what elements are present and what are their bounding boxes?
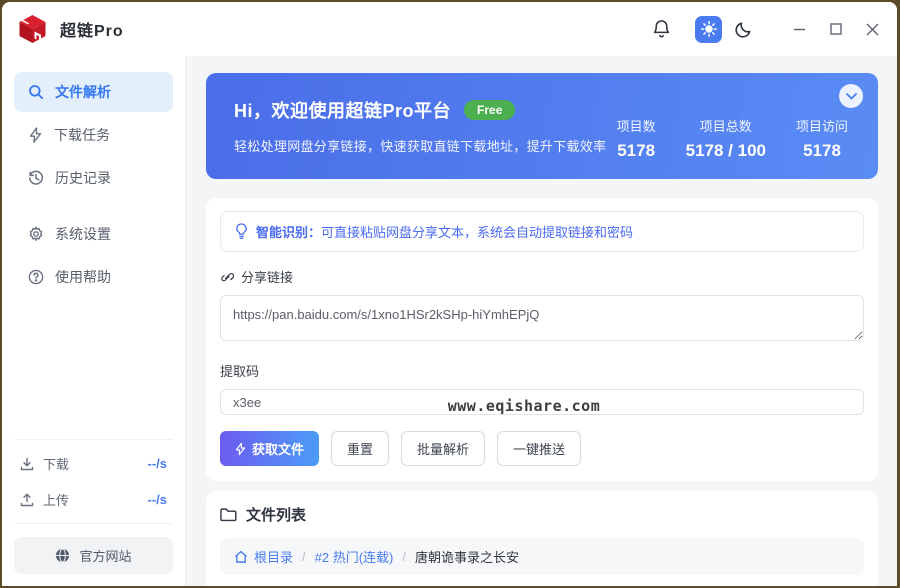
bolt-icon [235,442,246,455]
sidebar-item-settings[interactable]: 系统设置 [14,214,173,254]
upload-speed-label: 上传 [43,493,70,508]
minimize-icon[interactable] [793,23,806,36]
upload-icon [20,492,34,506]
chevron-down-icon [845,92,857,100]
file-list-card: 文件列表 根目录 / #2 热门(连载) / 唐朝诡事录之长安 [206,491,878,586]
batch-parse-button[interactable]: 批量解析 [401,431,486,466]
stat-project-count: 项目数 5178 [616,118,656,160]
sidebar-item-label: 历史记录 [55,170,111,186]
sidebar-item-label: 文件解析 [55,84,111,100]
light-theme-sun-icon[interactable] [695,15,722,43]
file-list-header: 文件列表 [220,504,864,525]
app-logo-icon [19,15,46,43]
link-icon [221,272,234,281]
search-icon [29,85,44,100]
sidebar-item-label: 下载任务 [54,127,110,143]
banner-collapse-button[interactable] [839,84,863,108]
sidebar-item-label: 系统设置 [55,226,111,242]
theme-toggle [695,15,753,43]
one-key-push-button[interactable]: 一键推送 [497,431,582,466]
official-website-button[interactable]: 官方网站 [14,537,173,574]
breadcrumb-separator: / [302,549,306,564]
download-speed-row: 下载 --/s [20,454,167,473]
breadcrumb-separator: / [402,549,406,564]
welcome-banner: Hi，欢迎使用超链Pro平台 Free 轻松处理网盘分享链接，快速获取直链下载地… [206,73,878,179]
breadcrumb-folder-link[interactable]: #2 热门(连载) [315,547,394,566]
banner-subtitle: 轻松处理网盘分享链接，快速获取直链下载地址，提升下载效率 [234,139,607,154]
free-badge: Free [464,100,516,120]
app-title: 超链Pro [60,23,124,40]
stat-project-visits: 项目访问 5178 [795,118,848,160]
titlebar: 超链Pro [2,2,897,56]
file-list-title: 文件列表 [246,507,307,524]
banner-title: Hi，欢迎使用超链Pro平台 [234,101,452,121]
dark-theme-moon-icon[interactable] [734,20,753,39]
folder-icon [220,508,237,522]
tip-text: 智能识别：可直接粘贴网盘分享文本，系统会自动提取链接和密码 [256,225,634,240]
globe-icon [56,548,70,563]
sidebar-item-label: 使用帮助 [55,269,111,285]
fetch-files-button[interactable]: 获取文件 [220,431,320,466]
sidebar: 文件解析 下载任务 历史记录 系统设置 使用帮助 下载 --/s 上传 --/s… [2,56,186,586]
close-icon[interactable] [866,23,879,36]
extract-code-input[interactable] [220,389,864,415]
smart-recognition-tip: 智能识别：可直接粘贴网盘分享文本，系统会自动提取链接和密码 [220,211,864,252]
speed-panel: 下载 --/s 上传 --/s [14,439,173,523]
share-link-input[interactable]: https://pan.baidu.com/s/1xno1HSr2kSHp-hi… [220,295,864,341]
question-icon [28,269,44,285]
gear-icon [29,226,43,241]
tip-title: 智能识别： [256,225,322,240]
notification-bell-icon[interactable] [652,19,671,39]
maximize-icon[interactable] [830,23,842,35]
share-link-label: 分享链接 [220,267,864,286]
sidebar-item-history[interactable]: 历史记录 [14,158,173,198]
download-speed-value: --/s [147,456,168,471]
breadcrumb-current: 唐朝诡事录之长安 [415,550,520,565]
home-icon [234,550,248,563]
official-website-label: 官方网站 [79,549,132,564]
sidebar-item-download-tasks[interactable]: 下载任务 [14,115,173,155]
upload-speed-row: 上传 --/s [20,490,167,509]
main-content: Hi，欢迎使用超链Pro平台 Free 轻松处理网盘分享链接，快速获取直链下载地… [186,56,897,586]
parse-form-card: 智能识别：可直接粘贴网盘分享文本，系统会自动提取链接和密码 分享链接 https… [206,198,878,481]
download-speed-label: 下载 [43,457,70,472]
breadcrumb-root-link[interactable]: 根目录 [234,547,293,566]
sidebar-item-help[interactable]: 使用帮助 [14,257,173,297]
banner-stats: 项目数 5178 项目总数 5178 / 100 项目访问 5178 [617,116,852,161]
reset-button[interactable]: 重置 [331,431,390,466]
lightbulb-icon [236,223,247,239]
stat-project-total: 项目总数 5178 / 100 [685,118,766,160]
extract-code-label: 提取码 [220,364,260,379]
download-icon [20,457,34,470]
history-icon [28,170,43,185]
sidebar-item-file-parse[interactable]: 文件解析 [14,72,173,112]
breadcrumb: 根目录 / #2 热门(连载) / 唐朝诡事录之长安 [220,538,864,575]
bolt-icon [29,127,42,143]
app-window: 超链Pro 文件解析 下载任务 历史记录 系统设置 使用帮助 下载 --/s 上… [2,2,897,586]
upload-speed-value: --/s [147,492,168,507]
